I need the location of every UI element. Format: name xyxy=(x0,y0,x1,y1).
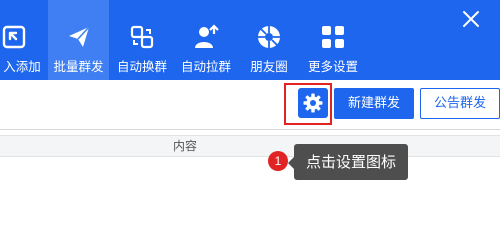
toolbar-item-label: 自动换群 xyxy=(116,59,167,74)
switch-group-icon xyxy=(129,24,155,50)
import-icon xyxy=(1,24,27,50)
step-badge: 1 xyxy=(268,151,288,171)
toolbar-item-auto-pull-group[interactable]: 自动拉群 xyxy=(175,0,237,80)
toolbar-item-label: 入添加 xyxy=(3,59,41,74)
toolbar-item-import[interactable]: 入添加 xyxy=(0,0,44,80)
announcement-send-button[interactable]: 公告群发 xyxy=(420,88,500,119)
close-icon[interactable] xyxy=(462,10,480,28)
toolbar-item-label: 批量群发 xyxy=(53,59,104,74)
add-user-icon xyxy=(193,24,219,50)
toolbar-item-moments[interactable]: 朋友圈 xyxy=(239,0,299,80)
moments-icon xyxy=(256,24,282,50)
top-toolbar: 入添加 批量群发 自动换群 自动拉群 朋友圈 更多设置 xyxy=(0,0,500,80)
more-grid-icon xyxy=(320,24,346,50)
new-group-send-button[interactable]: 新建群发 xyxy=(334,88,414,119)
toolbar-item-batch-send[interactable]: 批量群发 xyxy=(48,0,109,80)
toolbar-item-label: 自动拉群 xyxy=(180,59,231,74)
highlight-frame xyxy=(284,83,332,125)
toolbar-item-label: 朋友圈 xyxy=(250,59,288,74)
toolbar-item-more-settings[interactable]: 更多设置 xyxy=(301,0,365,80)
guide-tooltip: 点击设置图标 xyxy=(294,144,408,180)
send-icon xyxy=(66,24,92,50)
table-header: 内容 xyxy=(0,135,500,157)
toolbar-item-auto-switch-group[interactable]: 自动换群 xyxy=(111,0,173,80)
toolbar-item-label: 更多设置 xyxy=(307,59,358,74)
